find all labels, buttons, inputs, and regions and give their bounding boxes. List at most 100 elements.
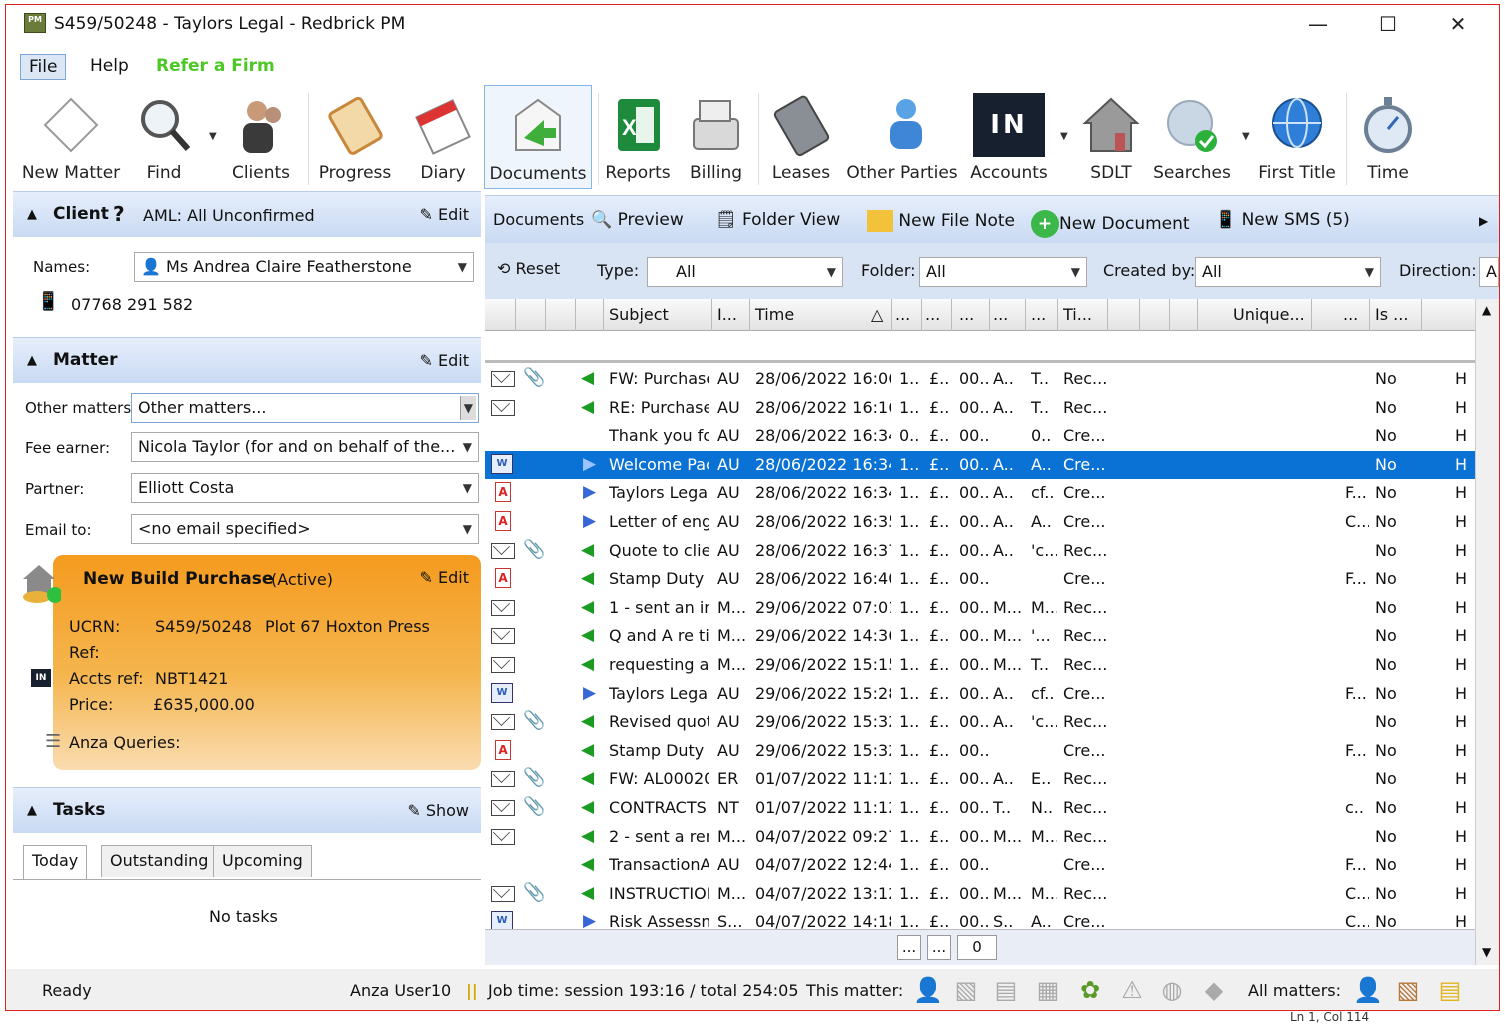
document-icon[interactable]: ▤ bbox=[1434, 973, 1466, 1007]
direction-dropdown[interactable]: A bbox=[1479, 257, 1499, 287]
warning-icon[interactable]: ⚠ bbox=[1116, 973, 1148, 1007]
menu-refer-a-firm[interactable]: Refer a Firm bbox=[148, 54, 283, 78]
tasks-section-header[interactable]: ▲ Tasks ✎ Show bbox=[13, 787, 481, 833]
preview-button[interactable]: 🔍 Preview bbox=[591, 210, 684, 230]
partner-dropdown[interactable]: Elliott Costa ▼ bbox=[131, 473, 479, 503]
billing-button[interactable]: Billing bbox=[680, 85, 752, 189]
col-d6[interactable]: ... bbox=[1343, 305, 1358, 324]
client-section-header[interactable]: ▲ Client ? AML: All Unconfirmed ✎ Edit bbox=[13, 191, 481, 237]
globe-icon[interactable]: ◍ bbox=[1156, 973, 1188, 1007]
tasks-show-button[interactable]: ✎ Show bbox=[407, 801, 469, 820]
close-button[interactable]: ✕ bbox=[1428, 7, 1488, 41]
table-row[interactable]: A ◀ Stamp Duty La AU 28/06/2022 16:40 1.. £.. 0… bbox=[485, 565, 1475, 593]
table-row[interactable]: 📎 ◀ INSTRUCTION M... 04/07/2022 13:12 1.. £.. 0… bbox=[485, 880, 1475, 908]
maximize-button[interactable]: ☐ bbox=[1358, 7, 1418, 41]
menu-help[interactable]: Help bbox=[82, 54, 137, 78]
person-alert-icon[interactable]: 👤 bbox=[1352, 973, 1384, 1007]
col-ti[interactable]: Ti... bbox=[1063, 305, 1092, 324]
find-dropdown-icon[interactable]: ▼ bbox=[209, 131, 217, 142]
minimize-button[interactable]: — bbox=[1288, 7, 1348, 41]
sdlt-button[interactable]: SDLT bbox=[1076, 85, 1146, 189]
created-by-dropdown[interactable]: All ▼ bbox=[1195, 257, 1381, 287]
toolbar-overflow-icon[interactable]: ▶ bbox=[1479, 214, 1488, 228]
folder-view-button[interactable]: 🗒 Folder View bbox=[715, 210, 840, 230]
first-title-button[interactable]: First Title bbox=[1252, 85, 1342, 189]
table-row[interactable]: ◀ 1 - sent an int M... 29/06/2022 07:01 1.. £… bbox=[485, 594, 1475, 622]
reports-button[interactable]: X Reports bbox=[602, 85, 674, 189]
grid-filter-row[interactable] bbox=[485, 331, 1475, 363]
box-icon[interactable]: ▧ bbox=[1392, 973, 1424, 1007]
help-question-icon[interactable]: ? bbox=[113, 202, 125, 226]
table-row[interactable]: A ▶ Taylors Legal AU 28/06/2022 16:34 1.. £.. 0… bbox=[485, 479, 1475, 507]
table-row[interactable]: 📎 ◀ FW: Purchase AU 28/06/2022 16:06 1.. £.. 00… bbox=[485, 365, 1475, 393]
client-edit-button[interactable]: ✎ Edit bbox=[420, 205, 469, 224]
col-d5[interactable]: ... bbox=[1031, 305, 1046, 324]
find-button[interactable]: Find bbox=[124, 85, 204, 189]
col-i[interactable]: I... bbox=[717, 305, 737, 324]
accounts-button[interactable]: IN Accounts bbox=[964, 85, 1054, 189]
table-row[interactable]: ◀ RE: Purchase AU 28/06/2022 16:16 1.. £.. 00.… bbox=[485, 394, 1475, 422]
table-row[interactable]: 📎 ◀ Quote to clien AU 28/06/2022 16:37 1.. £..… bbox=[485, 537, 1475, 565]
table-row[interactable]: ◀ Q and A re tim M... 29/06/2022 14:36 1.. £.… bbox=[485, 622, 1475, 650]
table-row[interactable]: 📎 ◀ FW: AL000200 ER 01/07/2022 11:12 1.. £.. 00… bbox=[485, 765, 1475, 793]
table-row[interactable]: 📎 ◀ CONTRACTS - NT 01/07/2022 11:12 1.. £.. 00.… bbox=[485, 794, 1475, 822]
diary-button[interactable]: Diary bbox=[400, 85, 486, 189]
vertical-scrollbar[interactable]: ▲ ▼ bbox=[1475, 299, 1499, 965]
col-subject[interactable]: Subject bbox=[609, 305, 669, 324]
fee-earner-dropdown[interactable]: Nicola Taylor (for and on behalf of the.… bbox=[131, 432, 479, 462]
collapse-icon[interactable]: ▲ bbox=[27, 207, 37, 222]
col-is[interactable]: Is ... bbox=[1375, 305, 1408, 324]
new-sms-button[interactable]: 📱 New SMS (5) bbox=[1215, 210, 1350, 230]
other-matters-dropdown[interactable]: Other matters... ▼ bbox=[131, 393, 479, 423]
build-edit-button[interactable]: ✎ Edit bbox=[420, 568, 469, 587]
tab-upcoming[interactable]: Upcoming bbox=[213, 845, 312, 877]
time-button[interactable]: Time bbox=[1350, 85, 1426, 189]
new-document-button[interactable]: + New Document bbox=[1031, 210, 1190, 238]
col-d2[interactable]: ... bbox=[925, 305, 940, 324]
documents-tab[interactable]: Documents bbox=[493, 210, 584, 229]
table-row[interactable]: ◀ requesting a r M... 29/06/2022 15:15 1.. £.… bbox=[485, 651, 1475, 679]
searches-dropdown-icon[interactable]: ▼ bbox=[1242, 131, 1250, 142]
progress-button[interactable]: Progress bbox=[312, 85, 398, 189]
folder-filter-dropdown[interactable]: All ▼ bbox=[919, 257, 1087, 287]
collapse-icon[interactable]: ▲ bbox=[27, 353, 37, 368]
new-file-note-button[interactable]: New File Note bbox=[867, 210, 1015, 232]
col-d1[interactable]: ... bbox=[895, 305, 910, 324]
network-icon[interactable]: ✿ bbox=[1074, 973, 1106, 1007]
table-row[interactable]: 📎 ◀ Revised quote AU 29/06/2022 15:32 1.. £.. 0… bbox=[485, 708, 1475, 736]
matter-edit-button[interactable]: ✎ Edit bbox=[420, 351, 469, 370]
table-row[interactable]: W ▶ Taylors Legal AU 29/06/2022 15:28 1.. £.. 0… bbox=[485, 680, 1475, 708]
clients-button[interactable]: Clients bbox=[220, 85, 302, 189]
tab-today[interactable]: Today bbox=[23, 845, 88, 879]
type-filter-dropdown[interactable]: All ▼ bbox=[647, 257, 843, 287]
leases-button[interactable]: Leases bbox=[762, 85, 840, 189]
document-icon[interactable]: ▤ bbox=[990, 973, 1022, 1007]
email-to-dropdown[interactable]: <no email specified> ▼ bbox=[131, 514, 479, 544]
scroll-up-icon[interactable]: ▲ bbox=[1482, 303, 1491, 317]
table-row[interactable]: A ◀ Stamp Duty La AU 29/06/2022 15:32 1.. £.. 0… bbox=[485, 737, 1475, 765]
client-names-dropdown[interactable]: 👤 Ms Andrea Claire Featherstone ▼ bbox=[134, 252, 474, 282]
person-alert-icon[interactable]: 👤 bbox=[912, 973, 944, 1007]
table-row[interactable]: A ▶ Letter of enga AU 28/06/2022 16:35 1.. £..… bbox=[485, 508, 1475, 536]
menu-file[interactable]: File bbox=[20, 54, 67, 80]
col-time[interactable]: Time bbox=[755, 305, 794, 324]
other-parties-button[interactable]: Other Parties bbox=[844, 85, 960, 189]
table-row[interactable]: W ▶ Welcome Pack AU 28/06/2022 16:34 1.. £.. 00… bbox=[485, 450, 1475, 479]
col-d3[interactable]: ... bbox=[959, 305, 974, 324]
box-icon[interactable]: ▧ bbox=[950, 973, 982, 1007]
documents-button[interactable]: Documents bbox=[484, 85, 592, 189]
tag-icon[interactable]: ◆ bbox=[1198, 973, 1230, 1007]
accounts-dropdown-icon[interactable]: ▼ bbox=[1060, 131, 1068, 142]
collapse-icon[interactable]: ▲ bbox=[27, 803, 37, 818]
table-row[interactable]: Thank you for AU 28/06/2022 16:34 0.. £.. 00.… bbox=[485, 422, 1475, 450]
matter-section-header[interactable]: ▲ Matter ✎ Edit bbox=[13, 337, 481, 383]
table-row[interactable]: ◀ 2 - sent a rem M... 04/07/2022 09:27 1.. £.… bbox=[485, 823, 1475, 851]
scroll-down-icon[interactable]: ▼ bbox=[1482, 945, 1491, 959]
searches-button[interactable]: Searches bbox=[1150, 85, 1234, 189]
new-matter-button[interactable]: New Matter bbox=[16, 85, 126, 189]
table-row[interactable]: ◀ TransactionAc AU 04/07/2022 12:44 1.. £.. 00… bbox=[485, 851, 1475, 879]
calendar-icon[interactable]: ▦ bbox=[1032, 973, 1064, 1007]
col-d4[interactable]: ... bbox=[993, 305, 1008, 324]
reset-button[interactable]: ⟲ Reset bbox=[497, 259, 560, 278]
col-unique[interactable]: Unique... bbox=[1233, 305, 1305, 324]
